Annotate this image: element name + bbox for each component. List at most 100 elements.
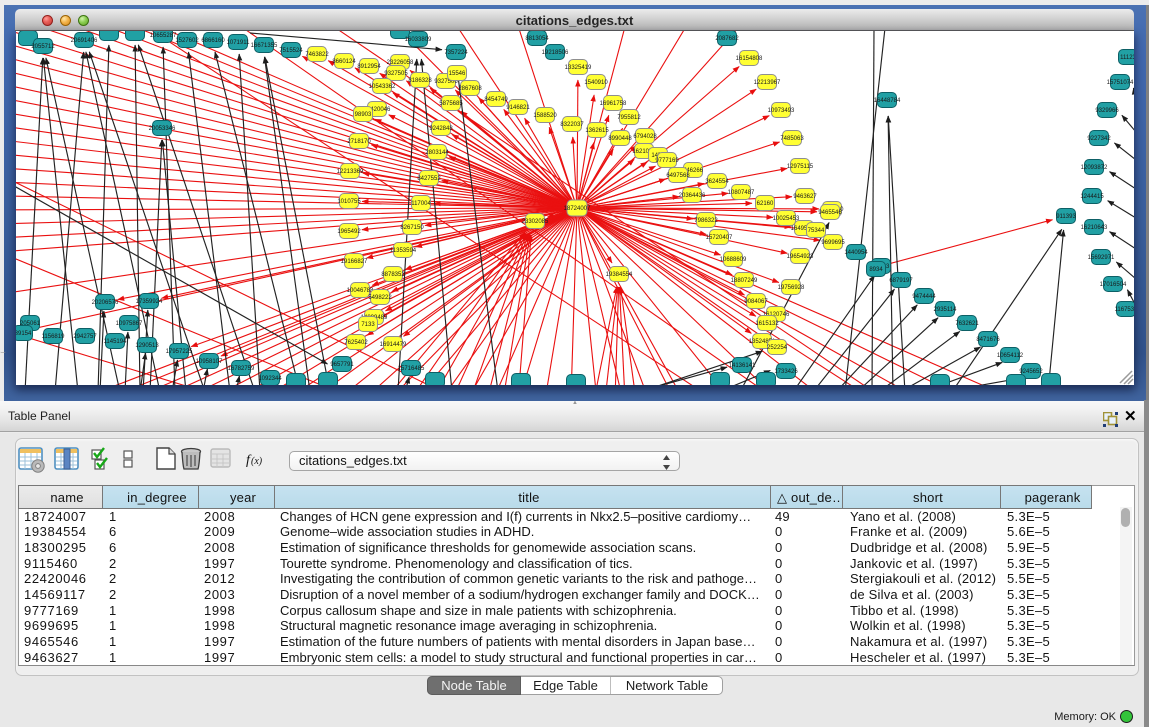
svg-text:8186328: 8186328 bbox=[408, 78, 432, 84]
svg-text:11123: 11123 bbox=[1120, 55, 1134, 61]
svg-text:1290513: 1290513 bbox=[135, 343, 159, 349]
svg-text:6866160: 6866160 bbox=[201, 38, 225, 44]
svg-text:2055712: 2055712 bbox=[31, 44, 55, 50]
svg-text:75344: 75344 bbox=[808, 228, 825, 234]
svg-text:8471676: 8471676 bbox=[976, 337, 1000, 343]
svg-text:9699695: 9699695 bbox=[821, 240, 845, 246]
svg-text:8934: 8934 bbox=[869, 267, 883, 273]
svg-text:8990448: 8990448 bbox=[608, 136, 632, 142]
svg-text:15720407: 15720407 bbox=[706, 235, 733, 241]
svg-text:2718170: 2718170 bbox=[347, 139, 371, 145]
svg-text:10688609: 10688609 bbox=[720, 257, 747, 263]
svg-text:9146821: 9146821 bbox=[506, 105, 530, 111]
svg-text:2867608: 2867608 bbox=[458, 86, 482, 92]
svg-text:10655287: 10655287 bbox=[150, 33, 177, 39]
svg-text:16210643: 16210643 bbox=[1081, 225, 1108, 231]
svg-text:10543362: 10543362 bbox=[369, 84, 396, 90]
svg-text:10807487: 10807487 bbox=[728, 190, 755, 196]
svg-text:9245652: 9245652 bbox=[1019, 369, 1043, 375]
svg-text:19218506: 19218506 bbox=[542, 50, 569, 56]
svg-text:20206576: 20206576 bbox=[92, 300, 119, 306]
svg-text:15692971: 15692971 bbox=[1088, 255, 1115, 261]
svg-text:1145194: 1145194 bbox=[104, 339, 128, 345]
svg-text:1588520: 1588520 bbox=[533, 113, 557, 119]
svg-text:8267150: 8267150 bbox=[400, 225, 424, 231]
svg-text:11353594: 11353594 bbox=[390, 248, 417, 254]
svg-text:2803144: 2803144 bbox=[425, 150, 449, 156]
svg-text:62160: 62160 bbox=[757, 201, 774, 207]
svg-text:7515524: 7515524 bbox=[279, 48, 303, 54]
svg-text:16782759: 16782759 bbox=[228, 366, 255, 372]
svg-text:19384554: 19384554 bbox=[606, 272, 633, 278]
svg-text:1440954: 1440954 bbox=[844, 250, 868, 256]
svg-text:16961758: 16961758 bbox=[600, 101, 627, 107]
svg-text:7357224: 7357224 bbox=[444, 50, 468, 56]
svg-text:10973493: 10973493 bbox=[768, 108, 795, 114]
svg-text:7632621: 7632621 bbox=[955, 321, 979, 327]
svg-text:2942757: 2942757 bbox=[73, 334, 97, 340]
svg-text:6497568: 6497568 bbox=[666, 173, 690, 179]
svg-text:1362615: 1362615 bbox=[585, 128, 609, 134]
svg-text:10975867: 10975867 bbox=[116, 321, 143, 327]
svg-text:8660124: 8660124 bbox=[332, 59, 356, 65]
svg-text:16671355: 16671355 bbox=[251, 43, 278, 49]
svg-text:19166827: 19166827 bbox=[341, 259, 368, 265]
svg-text:17359924: 17359924 bbox=[136, 299, 163, 305]
svg-text:2935114: 2935114 bbox=[934, 307, 958, 313]
svg-text:117004: 117004 bbox=[411, 201, 431, 207]
svg-text:1965492: 1965492 bbox=[337, 229, 361, 235]
svg-text:1733426: 1733426 bbox=[774, 369, 798, 375]
svg-text:16154808: 16154808 bbox=[736, 56, 763, 62]
svg-text:18724007: 18724007 bbox=[564, 206, 591, 212]
svg-text:8454749: 8454749 bbox=[484, 97, 508, 103]
svg-text:9227342: 9227342 bbox=[1087, 136, 1111, 142]
svg-text:23302085: 23302085 bbox=[522, 219, 549, 225]
svg-text:7955812: 7955812 bbox=[617, 115, 641, 121]
svg-text:7463822: 7463822 bbox=[305, 52, 329, 58]
svg-text:10654112: 10654112 bbox=[997, 353, 1024, 359]
svg-text:8912954: 8912954 bbox=[357, 64, 381, 70]
svg-text:1244415: 1244415 bbox=[1080, 194, 1104, 200]
svg-text:17016504: 17016504 bbox=[1100, 282, 1127, 288]
svg-text:16914479: 16914479 bbox=[380, 342, 407, 348]
svg-text:15751074: 15751074 bbox=[1107, 80, 1134, 86]
svg-text:5498222: 5498222 bbox=[368, 295, 392, 301]
svg-text:1092344: 1092344 bbox=[258, 376, 282, 382]
svg-text:1615132: 1615132 bbox=[755, 321, 779, 327]
svg-text:7986322: 7986322 bbox=[694, 218, 718, 224]
svg-text:9463627: 9463627 bbox=[793, 194, 817, 200]
svg-text:9657791: 9657791 bbox=[330, 362, 354, 368]
svg-text:9465546: 9465546 bbox=[818, 210, 842, 216]
svg-text:7485063: 7485063 bbox=[780, 136, 804, 142]
svg-text:39154: 39154 bbox=[16, 331, 32, 337]
svg-text:19756928: 19756928 bbox=[778, 285, 805, 291]
svg-text:1010755: 1010755 bbox=[337, 199, 361, 205]
svg-text:1156819: 1156819 bbox=[42, 334, 66, 340]
svg-text:9474444: 9474444 bbox=[912, 294, 936, 300]
svg-text:15716485: 15716485 bbox=[398, 366, 425, 372]
svg-text:12213369: 12213369 bbox=[337, 169, 364, 175]
svg-text:6794028: 6794028 bbox=[633, 134, 657, 140]
svg-text:15546: 15546 bbox=[449, 71, 466, 77]
svg-text:20691406: 20691406 bbox=[71, 38, 98, 44]
svg-text:1167533: 1167533 bbox=[1115, 307, 1134, 313]
svg-text:16033809: 16033809 bbox=[405, 37, 432, 43]
svg-text:9084067: 9084067 bbox=[744, 299, 768, 305]
svg-text:18807249: 18807249 bbox=[731, 278, 758, 284]
svg-text:8813054: 8813054 bbox=[525, 36, 549, 42]
svg-text:9329966: 9329966 bbox=[1095, 108, 1119, 114]
svg-text:14136141: 14136141 bbox=[729, 363, 756, 369]
svg-text:2087682: 2087682 bbox=[715, 36, 739, 42]
svg-text:9242848: 9242848 bbox=[429, 126, 453, 132]
svg-text:8427552: 8427552 bbox=[417, 176, 441, 182]
svg-text:98903: 98903 bbox=[355, 112, 372, 118]
svg-text:911393: 911393 bbox=[1056, 214, 1076, 220]
svg-text:12213967: 12213967 bbox=[754, 80, 781, 86]
svg-text:252254: 252254 bbox=[767, 345, 788, 351]
svg-text:12975115: 12975115 bbox=[787, 164, 814, 170]
svg-text:16448784: 16448784 bbox=[874, 98, 901, 104]
svg-text:9777169: 9777169 bbox=[655, 158, 679, 164]
svg-text:10046788: 10046788 bbox=[347, 288, 374, 294]
svg-text:1071911: 1071911 bbox=[227, 40, 251, 46]
svg-text:6879197: 6879197 bbox=[889, 278, 913, 284]
